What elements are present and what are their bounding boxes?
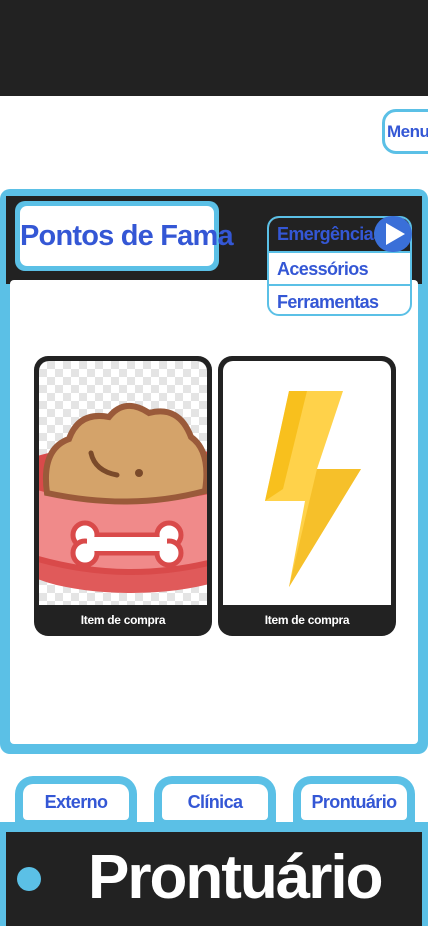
menu-button[interactable]: Menu — [382, 109, 428, 154]
status-dot — [17, 867, 41, 891]
tab-label: Clínica — [162, 784, 268, 820]
lightning-bolt-icon — [223, 361, 391, 605]
item-label: Item de compra — [80, 613, 166, 627]
play-icon[interactable] — [374, 216, 412, 252]
tab-label: Prontuário — [301, 784, 407, 820]
store-item-card[interactable]: Item de compra — [34, 356, 212, 636]
category-item-acessorios[interactable]: Acessórios — [269, 251, 410, 284]
tab-label: Externo — [23, 784, 129, 820]
page-title: Pontos de Fama — [20, 206, 234, 266]
item-label: Item de compra — [264, 613, 350, 627]
top-bar — [0, 0, 428, 96]
page-title-box: Pontos de Fama — [15, 201, 234, 271]
food-bowl-icon — [39, 361, 207, 605]
store-item-card[interactable]: Item de compra — [218, 356, 396, 636]
category-item-ferramentas[interactable]: Ferramentas — [269, 284, 410, 314]
footer-title: Prontuário — [88, 843, 383, 912]
